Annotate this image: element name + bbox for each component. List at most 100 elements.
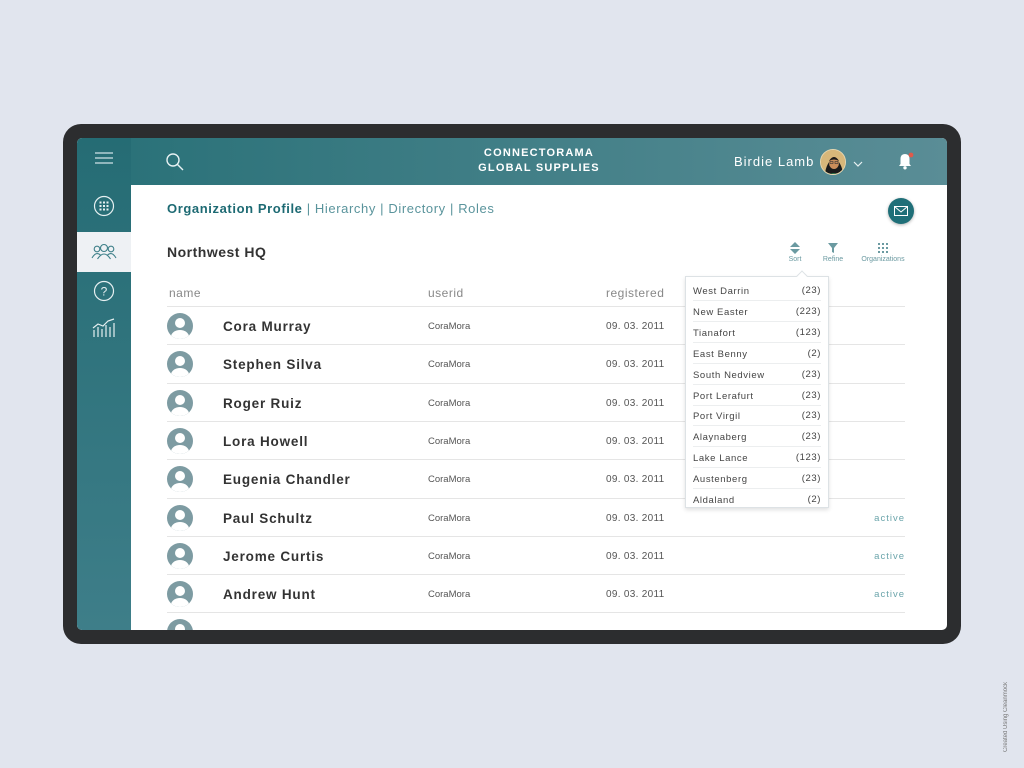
organizations-button[interactable]: Organizations [857,242,909,263]
organization-count: (23) [801,431,821,443]
notifications-button[interactable] [895,151,915,176]
page-title: Northwest HQ [167,244,267,260]
registered-cell: 09. 03. 2011 [606,550,665,562]
sidebar-item-analytics[interactable] [77,308,131,348]
table-row[interactable]: Jerome Curtis CoraMora 09. 03. 2011 active [167,535,905,574]
organization-option[interactable]: Alaynaberg (23) [693,426,821,448]
chart-icon [92,318,115,337]
avatar [167,351,193,378]
user-menu-toggle[interactable] [853,155,863,173]
userid-cell: CoraMora [428,359,471,371]
organization-count: (2) [807,347,821,359]
message-button[interactable] [888,198,914,224]
organization-option[interactable]: Port Lerafurt (23) [693,385,821,406]
userid-cell: CoraMora [428,435,471,447]
status-badge: active [874,512,905,524]
tab-separator: | [302,201,315,216]
userid-cell: CoraMora [428,589,471,601]
organization-name: Austenberg [693,474,748,486]
organization-name: South Nedview [693,369,765,381]
notification-dot [908,152,914,158]
avatar [167,504,193,531]
user-name-cell[interactable]: Roger Ruiz [223,396,302,411]
organization-name: Alaynaberg [693,432,748,444]
organization-option[interactable]: Aldaland (2) [693,489,821,510]
organization-option[interactable]: Tianafort (123) [693,322,821,343]
user-name-cell[interactable]: Cora Murray [223,319,311,334]
userid-cell: CoraMora [428,321,471,332]
organization-name: New Easter [693,306,749,318]
sidebar-item-dashboard[interactable] [77,186,131,226]
organization-name: Port Lerafurt [693,390,754,402]
registered-cell: 09. 03. 2011 [606,435,665,447]
registered-cell: 09. 03. 2011 [606,321,665,332]
tab-directory[interactable]: Directory [388,201,445,216]
avatar [167,619,193,630]
avatar [167,313,193,339]
organization-count: (223) [795,305,821,317]
user-name-cell[interactable]: Stephen Silva [223,357,322,372]
organization-name: East Benny [693,348,748,360]
organizations-label: Organizations [861,256,905,263]
organization-name: Tianafort [693,327,736,339]
user-name-cell[interactable]: Eugenia Chandler [223,472,351,487]
table-row[interactable]: Andrew Hunt CoraMora 09. 03. 2011 active [167,574,905,612]
user-name-cell[interactable]: Jerome Curtis [223,549,324,564]
mail-icon [894,206,908,216]
user-name-cell[interactable]: Paul Schultz [223,511,313,526]
organizations-dropdown: West Darrin (23) New Easter (223) Tianafort (… [685,270,829,510]
tab-roles[interactable]: Roles [458,201,494,216]
svg-text:?: ? [101,285,108,299]
column-header-userid[interactable]: userid [428,286,464,300]
apps-grid-icon [878,243,888,253]
table-row[interactable] [167,612,905,630]
tab-organization-profile[interactable]: Organization Profile [167,201,303,216]
filter-icon [828,243,838,253]
refine-label: Refine [822,256,844,263]
user-avatar[interactable] [820,149,846,175]
user-name-cell[interactable]: Lora Howell [223,434,308,449]
organization-option[interactable]: West Darrin (23) [693,280,821,301]
avatar [167,389,193,416]
tab-hierarchy[interactable]: Hierarchy [315,201,376,216]
organization-count: (23) [801,368,821,380]
organization-count: (23) [801,389,821,401]
menu-button[interactable] [77,138,131,178]
organization-option[interactable]: East Benny (2) [693,343,821,364]
sidebar-item-help[interactable]: ? [77,271,131,311]
registered-cell: 09. 03. 2011 [606,397,665,409]
sidebar-item-users[interactable] [77,232,131,272]
sort-button[interactable]: Sort [783,242,807,263]
organization-option[interactable]: New Easter (223) [693,301,821,322]
organization-count: (123) [795,452,821,464]
userid-cell: CoraMora [428,512,471,524]
sidebar: ? [77,138,131,630]
grid-icon [93,195,115,217]
organization-option[interactable]: Austenberg (23) [693,468,821,490]
column-header-name[interactable]: name [169,286,201,300]
sort-icon [790,242,800,254]
organization-name: Lake Lance [693,453,749,465]
user-name[interactable]: Birdie Lamb [734,154,814,169]
users-icon [91,243,117,260]
help-icon: ? [93,280,115,302]
column-header-registered[interactable]: registered [606,286,664,300]
registered-cell: 09. 03. 2011 [606,589,665,601]
tab-separator: | [445,201,459,216]
status-badge: active [874,589,905,601]
userid-cell: CoraMora [428,397,471,409]
watermark: Created Using Cleanmock [1003,681,1009,752]
organization-count: (23) [801,410,821,422]
organization-option[interactable]: South Nedview (23) [693,364,821,385]
organization-count: (23) [801,473,821,485]
organization-option[interactable]: Lake Lance (123) [693,447,821,469]
tab-separator: | [375,201,389,216]
refine-button[interactable]: Refine [819,242,847,263]
organization-name: Port Virgil [693,411,741,423]
registered-cell: 09. 03. 2011 [606,474,665,486]
user-name-cell[interactable]: Andrew Hunt [223,587,316,602]
organization-count: (2) [807,494,821,505]
organization-option[interactable]: Port Virgil (23) [693,405,821,427]
userid-cell: CoraMora [428,474,471,486]
registered-cell: 09. 03. 2011 [606,359,665,371]
